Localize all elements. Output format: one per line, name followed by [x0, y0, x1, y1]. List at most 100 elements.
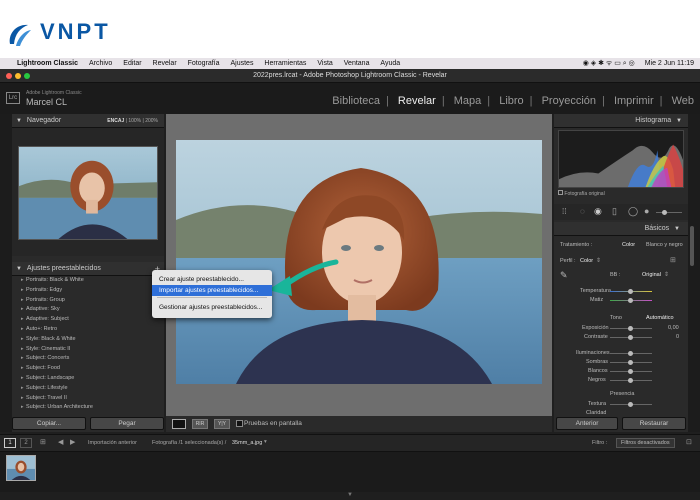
navigator-header[interactable]: ▼ Navegador ENCAJ | 100% | 200% — [12, 114, 164, 128]
grid-view-icon[interactable]: ⊞ — [40, 438, 46, 446]
module-web[interactable]: Web — [672, 95, 694, 107]
preset-item[interactable]: Adaptive: Sky — [12, 305, 164, 315]
graduated-filter-icon[interactable]: ▯ — [612, 206, 617, 217]
profile-browser-icon[interactable]: ⊞ — [670, 256, 676, 264]
minimize-window-icon[interactable] — [15, 73, 21, 79]
zoom-100[interactable]: 100% — [128, 118, 141, 124]
preset-item[interactable]: Style: Black & White — [12, 335, 164, 345]
module-biblioteca[interactable]: Biblioteca — [332, 95, 380, 107]
filmstrip-thumbnail[interactable] — [6, 455, 36, 481]
status-icons[interactable]: ◉ ◈ ✱ ᯤ ▭ ⌕ ◎ — [583, 58, 635, 69]
preset-item[interactable]: Subject: Concerts — [12, 354, 164, 364]
preset-item[interactable]: Auto+: Retro — [12, 325, 164, 335]
before-after-icon[interactable]: RIR — [192, 419, 208, 429]
preset-item[interactable]: Subject: Landscape — [12, 374, 164, 384]
tool-slider[interactable] — [656, 210, 682, 215]
temperature-slider[interactable] — [610, 289, 652, 294]
menu-clock[interactable]: Mie 2 Jun 11:19 — [645, 58, 694, 69]
right-panel-toggle[interactable] — [688, 114, 700, 432]
menu-ayuda[interactable]: Ayuda — [380, 58, 400, 69]
menu-import-presets[interactable]: Importar ajustes preestablecidos... — [152, 285, 272, 296]
auto-tone-button[interactable]: Automático — [646, 315, 674, 321]
menu-archivo[interactable]: Archivo — [89, 58, 112, 69]
menu-revelar[interactable]: Revelar — [153, 58, 177, 69]
menu-vista[interactable]: Vista — [317, 58, 332, 69]
contrast-slider[interactable] — [610, 335, 652, 340]
filter-dropdown[interactable]: Filtros desactivados — [616, 438, 675, 448]
texture-slider[interactable] — [610, 402, 652, 407]
module-revelar[interactable]: Revelar — [398, 95, 436, 107]
zoom-200[interactable]: 200% — [145, 118, 158, 124]
treatment-color[interactable]: Color — [622, 242, 635, 248]
menu-create-preset[interactable]: Crear ajuste preestablecido... — [152, 274, 272, 285]
exposure-value[interactable]: 0,00 — [668, 325, 679, 331]
file-name[interactable]: 35mm_a.jpg — [232, 440, 262, 446]
whites-slider[interactable] — [610, 369, 652, 374]
preset-item[interactable]: Adaptive: Subject — [12, 315, 164, 325]
reset-button[interactable]: Restaurar — [622, 417, 686, 430]
collapse-triangle-icon[interactable]: ▼ — [674, 226, 680, 232]
menu-manage-presets[interactable]: Gestionar ajustes preestablecidos... — [152, 302, 272, 313]
original-checkbox[interactable] — [558, 190, 563, 195]
histogram-header[interactable]: Histograma ▼ — [554, 114, 688, 128]
module-imprimir[interactable]: Imprimir — [614, 95, 654, 107]
blacks-slider[interactable] — [610, 378, 652, 383]
eyedropper-icon[interactable]: ✎ — [560, 270, 568, 281]
highlights-slider[interactable] — [610, 351, 652, 356]
close-window-icon[interactable] — [6, 73, 12, 79]
red-eye-icon[interactable]: ◉ — [594, 206, 602, 217]
lock-icon[interactable]: ⊡ — [686, 438, 692, 446]
zoom-fit[interactable]: ENCAJ — [107, 118, 124, 124]
page-1[interactable]: 1 — [4, 438, 16, 448]
menu-ventana[interactable]: Ventana — [344, 58, 370, 69]
left-panel-toggle[interactable] — [0, 114, 12, 432]
wb-value[interactable]: Original — [642, 272, 661, 278]
menu-ajustes[interactable]: Ajustes — [230, 58, 253, 69]
radial-filter-icon[interactable]: ◯ — [628, 206, 638, 217]
preset-item[interactable]: Portraits: Black & White — [12, 276, 164, 286]
previous-import[interactable]: Importación anterior — [88, 440, 137, 446]
contrast-value[interactable]: 0 — [676, 334, 679, 340]
histogram-graph[interactable] — [558, 130, 684, 188]
loupe-view-icon[interactable] — [172, 419, 186, 429]
exposure-slider[interactable] — [610, 326, 652, 331]
menu-editar[interactable]: Editar — [123, 58, 141, 69]
preset-item[interactable]: Style: Cinematic II — [12, 345, 164, 355]
preset-item[interactable]: Portraits: Edgy — [12, 286, 164, 296]
chevron-down-icon[interactable]: ⇕ — [596, 257, 601, 264]
preset-item[interactable]: Subject: Food — [12, 364, 164, 374]
module-proyeccion[interactable]: Proyección — [542, 95, 596, 107]
swap-icon[interactable]: Y|Y — [214, 419, 230, 429]
menu-app-name[interactable]: Lightroom Classic — [17, 58, 78, 69]
profile-value[interactable]: Color — [580, 258, 593, 264]
presets-header[interactable]: ▼ Ajustes preestablecidos + — [12, 262, 164, 276]
copy-button[interactable]: Copiar... — [12, 417, 86, 430]
preset-item[interactable]: Subject: Lifestyle — [12, 384, 164, 394]
previous-button[interactable]: Anterior — [556, 417, 618, 430]
collapse-triangle-icon[interactable]: ▼ — [676, 118, 682, 124]
chevron-down-icon[interactable]: ⇕ — [664, 271, 669, 278]
basic-header[interactable]: Básicos ▼ — [554, 222, 688, 236]
chevron-down-icon[interactable]: ▾ — [264, 439, 267, 445]
collapse-triangle-icon[interactable]: ▼ — [16, 118, 22, 124]
brush-icon[interactable]: ● — [644, 206, 649, 216]
navigator-thumbnail[interactable] — [18, 146, 158, 240]
right-panel-scrollbar[interactable] — [690, 226, 694, 266]
preset-item[interactable]: Subject: Urban Architecture — [12, 403, 164, 413]
page-2[interactable]: 2 — [20, 438, 32, 448]
paste-button[interactable]: Pegar — [90, 417, 164, 430]
proof-checkbox[interactable] — [236, 420, 243, 427]
zoom-window-icon[interactable] — [24, 73, 30, 79]
spot-removal-icon[interactable]: ◌ — [580, 207, 585, 216]
menu-fotografia[interactable]: Fotografía — [188, 58, 220, 69]
back-arrow-icon[interactable]: ◀ — [58, 438, 63, 446]
collapse-triangle-icon[interactable]: ▼ — [16, 266, 22, 272]
shadows-slider[interactable] — [610, 360, 652, 365]
module-mapa[interactable]: Mapa — [454, 95, 482, 107]
treatment-bw[interactable]: Blanco y negro — [646, 242, 683, 248]
main-photo[interactable] — [176, 140, 542, 384]
preset-item[interactable]: Subject: Travel II — [12, 394, 164, 404]
tint-slider[interactable] — [610, 298, 652, 303]
forward-arrow-icon[interactable]: ▶ — [70, 438, 75, 446]
menu-herramientas[interactable]: Herramientas — [264, 58, 306, 69]
